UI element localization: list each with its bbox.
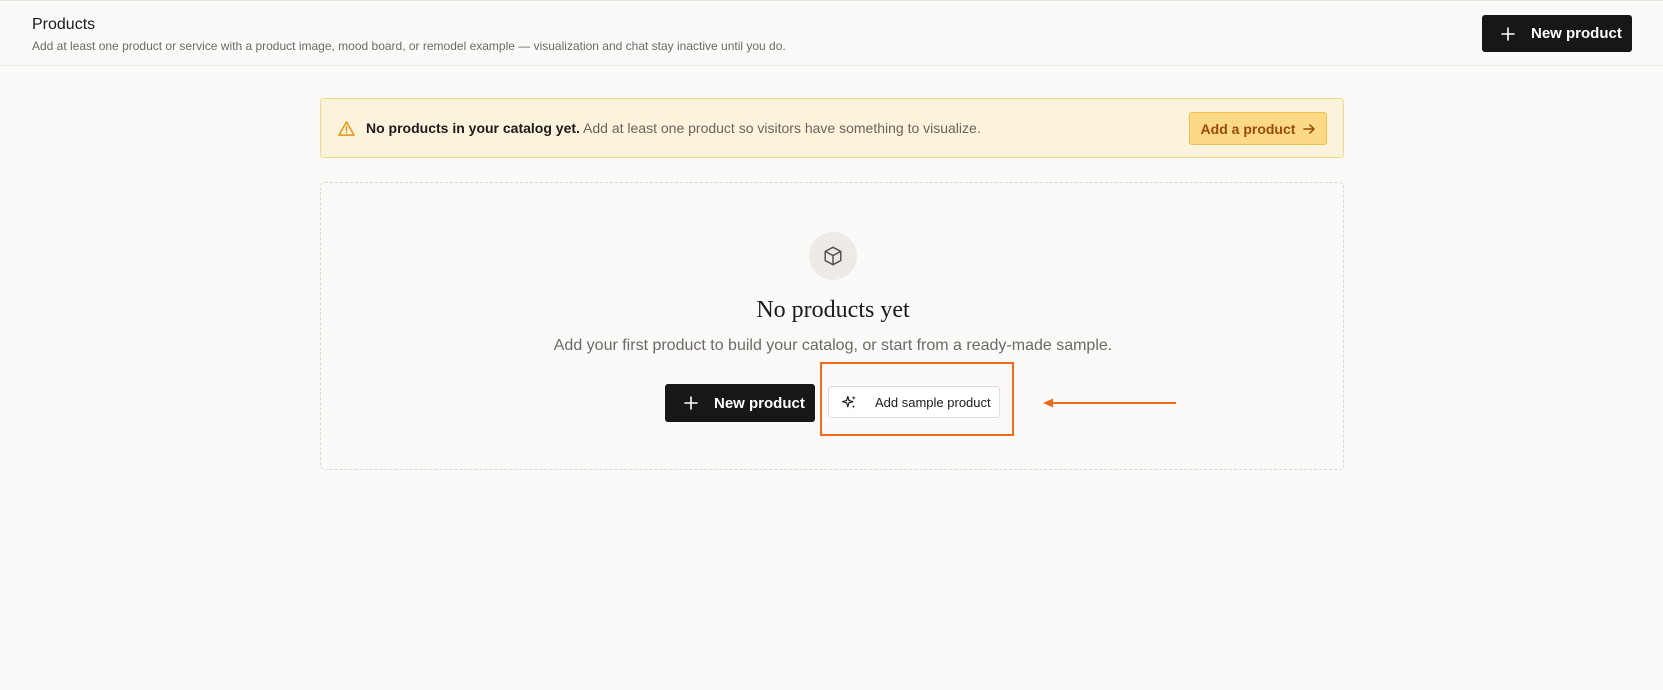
plus-icon bbox=[1501, 26, 1515, 41]
annotation-arrow-icon bbox=[1043, 398, 1176, 408]
empty-catalog-alert: No products in your catalog yet. Add at … bbox=[320, 98, 1344, 158]
add-a-product-label: Add a product bbox=[1200, 120, 1296, 137]
alert-message: No products in your catalog yet. Add at … bbox=[366, 120, 981, 136]
annotation-highlight-box bbox=[820, 362, 1014, 436]
empty-state-title: No products yet bbox=[756, 297, 910, 323]
add-a-product-button[interactable]: Add a product bbox=[1189, 112, 1327, 145]
alert-strong-text: No products in your catalog yet. bbox=[366, 120, 580, 136]
page-title: Products bbox=[32, 16, 96, 33]
page-header: Products Add at least one product or ser… bbox=[0, 0, 1663, 66]
header-new-product-button[interactable]: New product bbox=[1482, 15, 1632, 52]
box-icon bbox=[824, 246, 842, 266]
header-new-product-label: New product bbox=[1531, 25, 1622, 42]
page-subtitle: Add at least one product or service with… bbox=[32, 39, 786, 53]
alert-body-text: Add at least one product so visitors hav… bbox=[583, 120, 981, 136]
warning-triangle-icon bbox=[338, 121, 355, 136]
empty-state-description: Add your first product to build your cat… bbox=[553, 337, 1113, 354]
plus-icon bbox=[684, 396, 698, 410]
arrow-right-icon bbox=[1303, 123, 1316, 134]
new-product-button[interactable]: New product bbox=[665, 384, 815, 422]
box-icon-container bbox=[809, 232, 857, 280]
new-product-label: New product bbox=[714, 394, 805, 412]
